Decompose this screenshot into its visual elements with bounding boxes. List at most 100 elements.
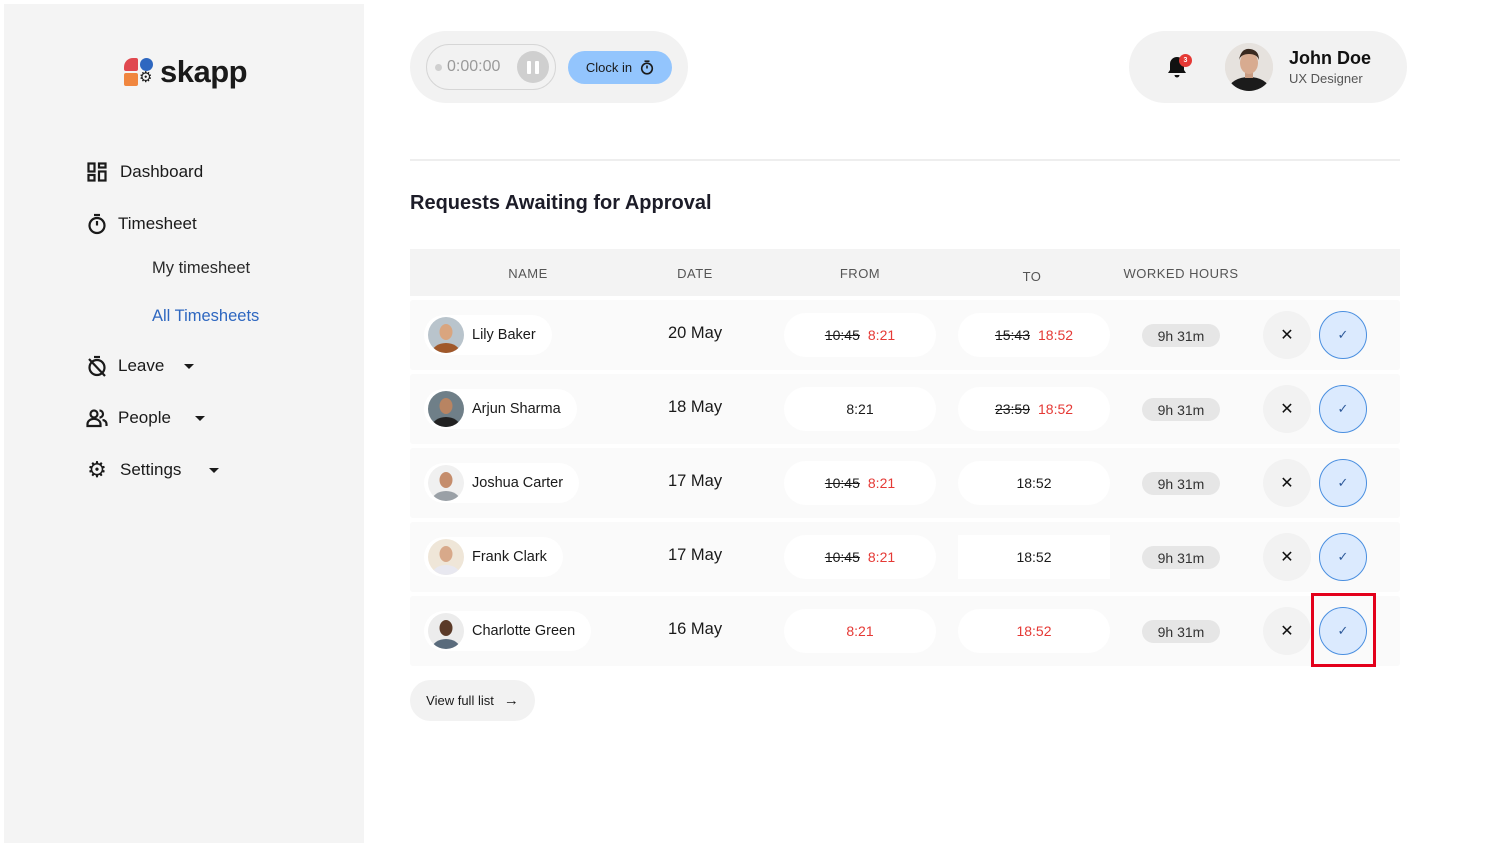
employee-name: Frank Clark [472, 549, 547, 565]
request-date: 20 May [668, 324, 723, 342]
close-icon: ✕ [1280, 623, 1294, 640]
employee-name: Joshua Carter [472, 475, 564, 491]
requested-from-time: 8:21 [867, 475, 896, 491]
user-role: UX Designer [1289, 71, 1363, 86]
table-row: Lily Baker 20 May 10:45 8:21 15:43 18:52 9… [410, 300, 1400, 370]
employee-chip[interactable]: Lily Baker [424, 315, 552, 355]
to-time: 18:52 [1016, 475, 1052, 491]
chevron-down-icon[interactable] [194, 415, 205, 421]
dashboard-icon [86, 161, 108, 183]
clock-in-label: Clock in [585, 60, 633, 75]
view-full-list-label: View full list [426, 693, 494, 708]
to-time-cell: 15:43 18:52 [958, 313, 1110, 357]
to-time-cell: 18:52 [958, 609, 1110, 653]
to-time: 18:52 [1016, 549, 1052, 565]
approve-button[interactable]: ✓ [1319, 311, 1367, 359]
chevron-down-icon[interactable] [184, 363, 195, 369]
from-time-cell: 10:45 8:21 [784, 313, 936, 357]
user-panel: 3 John Doe UX Designer [1129, 31, 1407, 103]
sidebar-item-people[interactable]: People [86, 407, 205, 429]
employee-chip[interactable]: Joshua Carter [424, 463, 580, 503]
table-row: Frank Clark 17 May 10:45 8:21 18:52 9h 31… [410, 522, 1400, 592]
approve-button[interactable]: ✓ [1319, 533, 1367, 581]
worked-hours-badge: 9h 31m [1142, 546, 1220, 569]
to-time-cell: 18:52 [958, 461, 1110, 505]
employee-name: Lily Baker [472, 327, 536, 343]
request-date: 17 May [668, 472, 723, 490]
app-logo[interactable]: ⚙ skapp [124, 54, 248, 90]
sidebar-item-dashboard[interactable]: Dashboard [86, 161, 203, 183]
from-time: 8:21 [846, 623, 874, 639]
reject-button[interactable]: ✕ [1263, 311, 1311, 359]
view-full-list-button[interactable]: View full list → [410, 680, 535, 721]
sidebar-subitem-all-timesheets[interactable]: All Timesheets [152, 307, 259, 326]
check-icon: ✓ [1337, 327, 1349, 342]
check-icon: ✓ [1337, 623, 1349, 638]
pause-button[interactable] [517, 51, 549, 83]
table-row: Charlotte Green 16 May 8:21 18:52 9h 31m… [410, 596, 1400, 666]
employee-chip[interactable]: Frank Clark [424, 537, 563, 577]
sidebar-item-leave[interactable]: Leave [86, 355, 195, 377]
reject-button[interactable]: ✕ [1263, 533, 1311, 581]
approve-button[interactable]: ✓ [1319, 459, 1367, 507]
requested-to-time: 18:52 [1038, 401, 1074, 417]
sidebar-item-label: Timesheet [118, 214, 197, 233]
from-time: 8:21 [846, 401, 874, 417]
table-header: NAME DATE FROM TO WORKED HOURS [410, 249, 1400, 296]
column-header-name: NAME [508, 266, 548, 281]
from-time-cell: 10:45 8:21 [784, 461, 936, 505]
clock-in-button[interactable]: Clock in [568, 51, 672, 84]
pause-icon [527, 60, 531, 74]
time-tracker: 0:00:00 Clock in [410, 31, 688, 103]
sidebar-item-timesheet[interactable]: Timesheet [86, 213, 197, 235]
close-icon: ✕ [1280, 549, 1294, 566]
user-avatar[interactable] [1225, 43, 1273, 91]
notification-badge: 3 [1179, 54, 1192, 67]
stopwatch-icon [641, 60, 654, 75]
close-icon: ✕ [1280, 327, 1294, 344]
sidebar: ⚙ skapp Dashboard Timesheet My timesheet… [4, 4, 364, 843]
leave-icon [86, 355, 108, 377]
requested-from-time: 8:21 [867, 549, 896, 565]
to-time-cell: 23:59 18:52 [958, 387, 1110, 431]
original-from-time: 10:45 [824, 475, 860, 491]
chevron-down-icon[interactable] [209, 467, 220, 473]
from-time-cell: 8:21 [784, 609, 936, 653]
avatar [428, 613, 464, 649]
original-from-time: 10:45 [824, 327, 860, 343]
original-from-time: 10:45 [824, 549, 860, 565]
skapp-logo-icon: ⚙ [124, 56, 156, 88]
reject-button[interactable]: ✕ [1263, 607, 1311, 655]
user-name: John Doe [1289, 48, 1372, 68]
arrow-right-icon: → [503, 692, 519, 709]
status-dot-icon [435, 63, 442, 71]
to-time-cell: 18:52 [958, 535, 1110, 579]
employee-chip[interactable]: Charlotte Green [424, 611, 592, 651]
gear-icon: ⚙ [87, 457, 107, 482]
avatar [428, 317, 464, 353]
close-icon: ✕ [1280, 475, 1294, 492]
reject-button[interactable]: ✕ [1263, 385, 1311, 433]
approve-button[interactable]: ✓ [1319, 607, 1367, 655]
worked-hours-badge: 9h 31m [1142, 472, 1220, 495]
requested-to-time: 18:52 [1038, 327, 1074, 343]
from-time-cell: 8:21 [784, 387, 936, 431]
employee-chip[interactable]: Arjun Sharma [424, 389, 577, 429]
employee-name: Charlotte Green [472, 623, 576, 639]
check-icon: ✓ [1337, 549, 1349, 564]
reject-button[interactable]: ✕ [1263, 459, 1311, 507]
sidebar-subitem-my-timesheet[interactable]: My timesheet [152, 259, 250, 278]
worked-hours-badge: 9h 31m [1142, 620, 1220, 643]
original-to-time: 23:59 [994, 401, 1030, 417]
worked-hours-badge: 9h 31m [1142, 324, 1220, 347]
approve-button[interactable]: ✓ [1319, 385, 1367, 433]
check-icon: ✓ [1337, 401, 1349, 416]
column-header-worked-hours: WORKED HOURS [1123, 266, 1239, 281]
sidebar-item-settings[interactable]: ⚙ Settings [86, 457, 220, 482]
timer-value: 0:00:00 [447, 58, 501, 75]
requested-from-time: 8:21 [867, 327, 896, 343]
people-icon [86, 407, 108, 429]
column-header-to: TO [1022, 269, 1042, 284]
sidebar-item-label: Settings [120, 460, 182, 479]
timer-display: 0:00:00 [426, 44, 556, 90]
